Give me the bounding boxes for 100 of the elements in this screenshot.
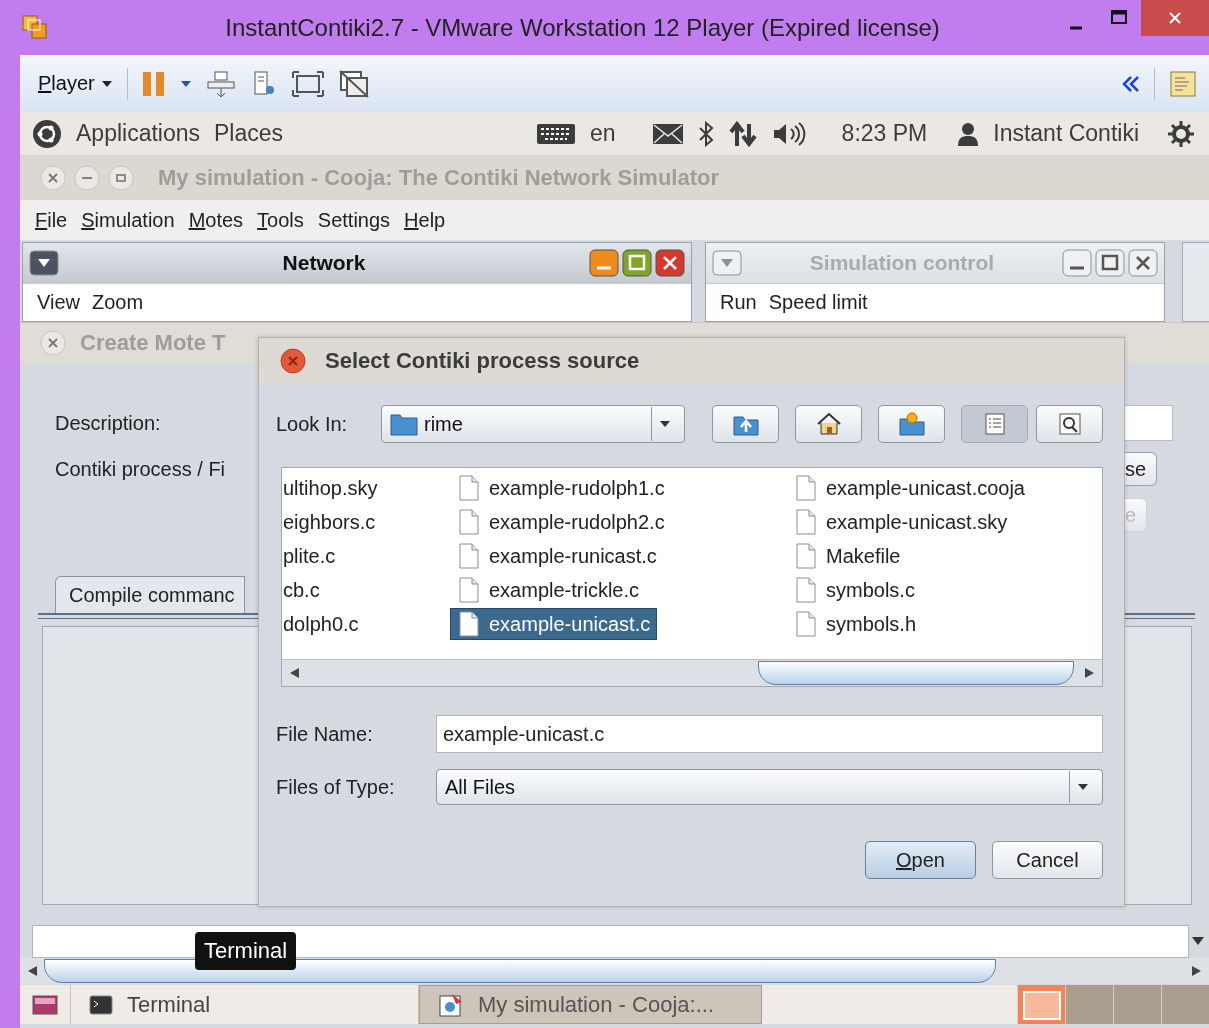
field-label: Description:: [55, 412, 161, 435]
menu-item[interactable]: File: [35, 206, 68, 234]
file-entry[interactable]: symbols.c: [787, 574, 922, 606]
file-entry[interactable]: example-unicast.cooja: [787, 472, 1032, 504]
scrollbar[interactable]: [1182, 242, 1209, 322]
file-entry[interactable]: symbols.h: [787, 608, 924, 640]
file-entry[interactable]: ultihop.sky: [282, 472, 385, 504]
clock[interactable]: 8:23 PM: [841, 120, 928, 147]
envelope-icon[interactable]: [651, 122, 684, 145]
fullscreen-icon[interactable]: [291, 70, 324, 97]
scroll-thumb[interactable]: [757, 661, 1075, 685]
file-entry[interactable]: example-trickle.c: [450, 574, 647, 606]
keyboard-layout[interactable]: en: [590, 120, 616, 147]
workspace[interactable]: [1017, 985, 1065, 1024]
file-icon: [459, 577, 479, 603]
file-entry[interactable]: example-unicast.c: [450, 608, 658, 640]
file-icon: [796, 543, 816, 569]
panel-menu[interactable]: Places: [214, 120, 284, 147]
network-icon[interactable]: [205, 69, 236, 98]
scrollbar[interactable]: [282, 659, 1102, 686]
file-icon: [796, 509, 816, 535]
maximize-icon[interactable]: [622, 249, 652, 277]
terminal-icon: [89, 994, 113, 1015]
close-icon[interactable]: [1128, 249, 1158, 277]
close-icon[interactable]: [655, 249, 685, 277]
new-folder-icon: [897, 411, 926, 437]
close-icon[interactable]: [40, 164, 66, 191]
show-desktop-icon[interactable]: [32, 994, 58, 1015]
look-in-dropdown[interactable]: rime: [381, 405, 685, 443]
file-name-field[interactable]: example-unicast.c: [436, 715, 1103, 753]
field-label: Look In:: [276, 412, 349, 436]
dialog-button[interactable]: Open: [865, 841, 976, 879]
minimize-icon[interactable]: [1062, 249, 1092, 277]
maximize-icon[interactable]: [1095, 249, 1125, 277]
menu-item[interactable]: Motes: [188, 206, 244, 234]
file-entry[interactable]: example-rudolph1.c: [450, 472, 672, 504]
file-entry[interactable]: eighbors.c: [282, 506, 383, 538]
close-icon[interactable]: [40, 330, 66, 356]
file-entry[interactable]: example-rudolph2.c: [450, 506, 672, 538]
field-label: File Name:: [276, 722, 374, 746]
speaker-icon[interactable]: [771, 120, 808, 147]
collapse-icon[interactable]: [29, 250, 59, 276]
keyboard-icon[interactable]: [536, 122, 576, 145]
gear-icon[interactable]: [1167, 119, 1195, 148]
toolbar-button[interactable]: [961, 405, 1028, 443]
field-label: Files of Type:: [276, 775, 396, 799]
toolbar-button[interactable]: [1036, 405, 1103, 443]
file-entry[interactable]: Makefile: [787, 540, 908, 572]
menu-item[interactable]: Tools: [257, 206, 304, 234]
caret-icon: [179, 79, 192, 88]
toolbar-button[interactable]: [878, 405, 945, 443]
close-icon: [1168, 11, 1182, 25]
frame-title: Simulation control: [808, 251, 996, 275]
maximize-icon[interactable]: [1111, 10, 1127, 24]
frame-title: Network: [281, 251, 367, 275]
file-type-dropdown[interactable]: All Files: [436, 769, 1103, 805]
window-title: InstantContiki2.7 - VMware Workstation 12 Player (Expired license): [224, 13, 941, 42]
input-field[interactable]: [32, 925, 1189, 958]
scroll-right-icon[interactable]: [1082, 667, 1096, 679]
scroll-right-icon[interactable]: [1189, 965, 1203, 977]
caret-icon: [659, 420, 671, 428]
tab[interactable]: Compile commanc: [55, 576, 245, 614]
double-chevron-icon[interactable]: [1122, 74, 1140, 93]
file-entry[interactable]: example-runicast.c: [450, 540, 664, 572]
minimize-icon[interactable]: [74, 164, 100, 191]
scroll-left-icon[interactable]: [26, 965, 40, 977]
file-entry[interactable]: plite.c: [282, 540, 343, 572]
user-name[interactable]: Instant Contiki: [993, 120, 1139, 147]
bluetooth-icon[interactable]: [697, 120, 714, 147]
ubuntu-logo-icon[interactable]: [32, 118, 62, 149]
taskbar-item[interactable]: My simulation - Cooja:...: [419, 985, 762, 1024]
toolbar-button[interactable]: [712, 405, 779, 443]
minimize-icon[interactable]: [589, 249, 619, 277]
app-window-title: My simulation - Cooja: The Contiki Network Simulator: [158, 164, 720, 191]
tooltip: Terminal: [195, 932, 297, 970]
scroll-left-icon[interactable]: [288, 667, 302, 679]
file-entry[interactable]: example-unicast.sky: [787, 506, 1015, 538]
close-icon[interactable]: [279, 347, 307, 375]
file-entry[interactable]: dolph0.c: [282, 608, 366, 640]
player-menu[interactable]: Player: [38, 72, 113, 95]
file-icon: [459, 475, 479, 501]
toolbar-button[interactable]: [795, 405, 862, 443]
file-icon: [796, 611, 816, 637]
up-down-arrows-icon[interactable]: [727, 119, 758, 148]
menu-item[interactable]: Run: [720, 291, 757, 314]
menu-item[interactable]: View: [37, 291, 80, 314]
menu-item[interactable]: Zoom: [92, 291, 144, 314]
menu-item[interactable]: Settings: [317, 206, 391, 234]
menu-item[interactable]: Speed limit: [768, 291, 868, 314]
menu-item[interactable]: Simulation: [81, 206, 175, 234]
dialog-button[interactable]: Cancel: [992, 841, 1103, 879]
button[interactable]: se: [1123, 452, 1158, 486]
scroll-thumb[interactable]: [44, 959, 996, 983]
input-field[interactable]: [1123, 405, 1173, 441]
scrollbar[interactable]: [20, 958, 1209, 984]
close-button[interactable]: [1141, 0, 1209, 36]
taskbar-item[interactable]: Terminal: [71, 985, 419, 1024]
panel-menu[interactable]: Applications: [76, 120, 201, 147]
file-entry[interactable]: cb.c: [282, 574, 327, 606]
menu-item[interactable]: Help: [404, 206, 446, 234]
